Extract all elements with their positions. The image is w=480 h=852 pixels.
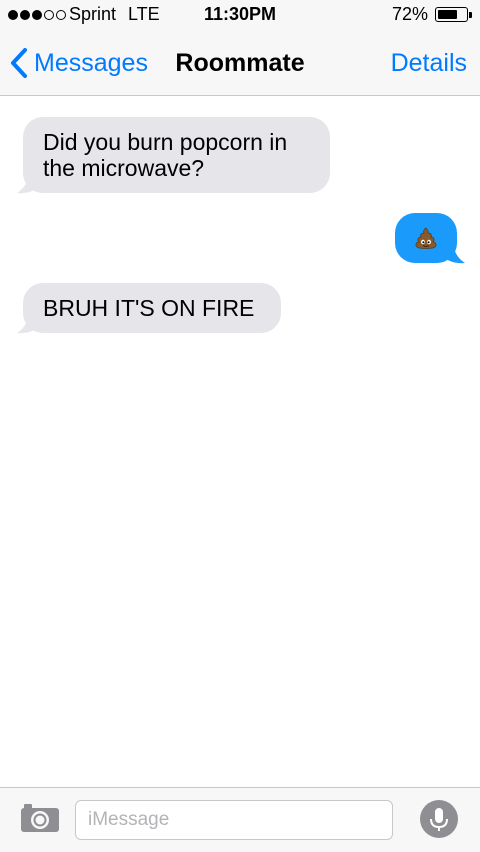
battery-icon: [435, 7, 468, 22]
status-bar: Sprint LTE 11:30PM 72%: [0, 0, 480, 32]
battery-fill: [438, 10, 457, 19]
message-input-bar: [0, 787, 480, 852]
microphone-icon: [420, 800, 458, 838]
battery-percentage: 72%: [391, 4, 428, 24]
navigation-bar: Messages Roommate Details: [0, 32, 480, 96]
details-button[interactable]: Details: [391, 49, 467, 78]
messages-screen: Sprint LTE 11:30PM 72% Messages Roommate…: [0, 0, 480, 852]
microphone-button[interactable]: [420, 800, 458, 838]
message-bubble-sent[interactable]: [395, 213, 457, 263]
imessage-input[interactable]: [75, 800, 393, 840]
message-bubble-received[interactable]: Did you burn popcorn in the microwave?: [23, 117, 330, 193]
message-bubble-received[interactable]: BRUH IT'S ON FIRE: [23, 283, 281, 333]
poop-emoji-icon: [414, 227, 438, 249]
camera-icon: [20, 804, 60, 837]
message-text: BRUH IT'S ON FIRE: [43, 295, 255, 321]
message-text: Did you burn popcorn in the microwave?: [43, 129, 288, 181]
camera-button[interactable]: [20, 803, 60, 833]
battery-tip: [469, 12, 472, 18]
